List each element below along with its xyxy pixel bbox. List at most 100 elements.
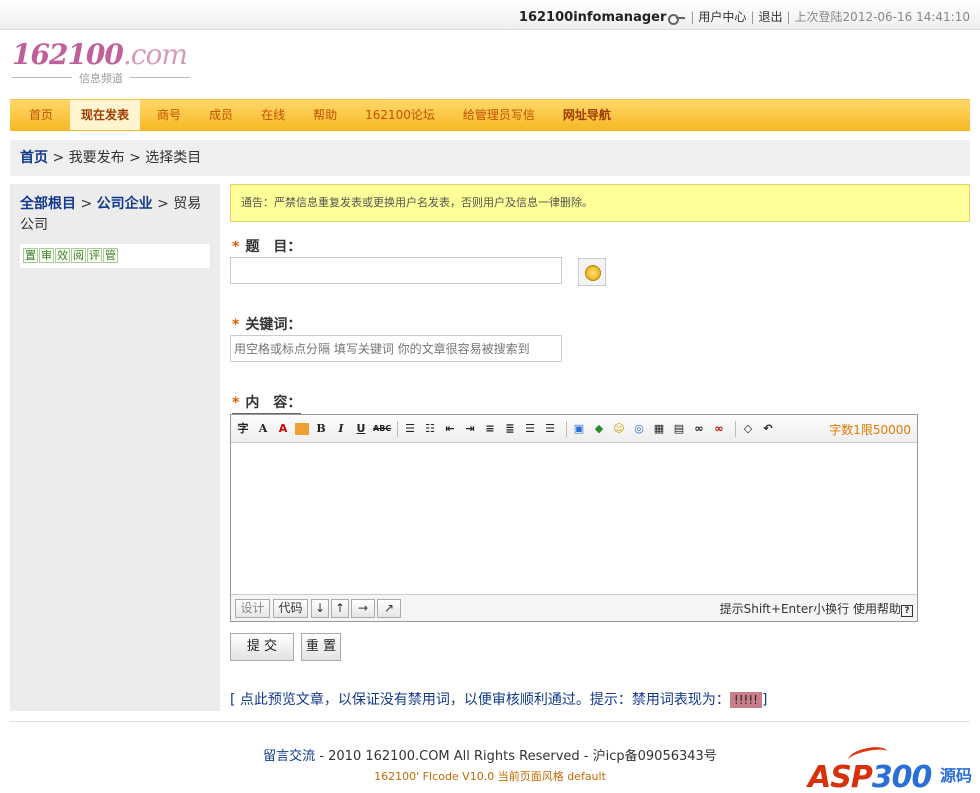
sidebar: 全部根目 > 公司企业 > 贸易公司 置审效阅评管 (10, 184, 220, 711)
outdent-icon[interactable]: ⇤ (442, 421, 458, 437)
image-icon[interactable]: ▣ (571, 421, 587, 437)
breadcrumb-sep: > (124, 150, 146, 166)
nav-item-home[interactable]: 首页 (18, 100, 64, 130)
code-mode-button[interactable]: 代码 (273, 599, 308, 618)
nav-item-online[interactable]: 在线 (250, 100, 296, 130)
nav-item-members[interactable]: 成员 (198, 100, 244, 130)
font-family-icon[interactable]: 字 (235, 421, 251, 437)
logo-brand: 162100.com (12, 40, 192, 70)
required-star: * (232, 317, 240, 333)
footer-divider (10, 721, 970, 722)
resize-icon[interactable]: ↗ (377, 599, 401, 618)
shift-enter-hint: 提示Shift+Enter小换行 (719, 602, 850, 616)
font-size-icon[interactable]: A (255, 421, 271, 437)
submit-button[interactable]: 提 交 (230, 633, 294, 661)
italic-icon[interactable]: I (333, 421, 349, 437)
help-icon[interactable]: ? (901, 605, 913, 617)
upload-icon[interactable]: ◆ (591, 421, 607, 437)
ordered-list-icon[interactable]: ☰ (402, 421, 418, 437)
divider: | (690, 10, 695, 24)
divider: | (786, 10, 791, 24)
last-login: 上次登陆2012-06-16 14:41:10 (794, 10, 970, 24)
logo-subtitle: 信息频道 (12, 70, 190, 86)
eraser-icon[interactable]: ◇ (740, 421, 756, 437)
top-bar: 162100infomanager | 用户中心 | 退出 | 上次登陆2012-06-16… (0, 0, 980, 30)
link-icon[interactable]: ∞ (691, 421, 707, 437)
breadcrumb-select-category: 选择类目 (145, 150, 202, 166)
key-icon (668, 13, 686, 25)
logo-brand-main: 162100 (12, 38, 124, 71)
unordered-list-icon[interactable]: ☷ (422, 421, 438, 437)
category-sep: > (152, 196, 174, 212)
banned-word-sample: !!!!! (729, 692, 762, 708)
font-color-icon[interactable]: A (275, 421, 291, 437)
divider: | (750, 10, 755, 24)
username: 162100infomanager (518, 10, 667, 25)
highlight-icon[interactable] (295, 423, 309, 435)
category-sep: > (76, 196, 97, 212)
design-mode-button[interactable]: 设计 (235, 599, 270, 618)
breadcrumb: 首页 > 我要发布 > 选择类目 (10, 140, 970, 176)
keywords-input[interactable] (230, 335, 562, 362)
editor-toolbar: 字 A A B I U ABC ☰ ☷ ⇤ ⇥ ≡ ≣ ☰ ☰ ▣ ◆ ☺ ◎ ▦ ▤ ∞ ∞ ◇ ↶ 字数1限50000 (231, 415, 917, 443)
media-icon[interactable]: ◎ (631, 421, 647, 437)
preview-text[interactable]: [ 点此预览文章，以保证没有禁用词，以便审核顺利通过。提示：禁用词表现为： (230, 692, 730, 708)
help-link[interactable]: 使用帮助 (853, 602, 901, 616)
strikethrough-icon[interactable]: ABC (373, 421, 391, 437)
align-right-icon[interactable]: ☰ (542, 421, 558, 437)
tool-read-icon[interactable]: 阅 (71, 248, 86, 263)
tool-manage-icon[interactable]: 管 (103, 248, 118, 263)
char-count: 字数1限50000 (829, 423, 911, 437)
nav-item-forum[interactable]: 162100论坛 (354, 100, 446, 130)
nav-item-write-admin[interactable]: 给管理员写信 (452, 100, 546, 130)
site-logo[interactable]: 162100.com 信息频道 (12, 40, 192, 88)
nav-item-business[interactable]: 商号 (146, 100, 192, 130)
preview-note[interactable]: [ 点此预览文章，以保证没有禁用词，以便审核顺利通过。提示：禁用词表现为：!!!… (230, 689, 767, 709)
bold-icon[interactable]: B (313, 421, 329, 437)
underline-icon[interactable]: U (353, 421, 369, 437)
editor-footer: 设计 代码 ↓ ↑ → ↗ 提示Shift+Enter小换行 使用帮助? (231, 594, 917, 621)
category-root-link[interactable]: 全部根目 (20, 196, 76, 212)
logout-link[interactable]: 退出 (758, 10, 782, 24)
table-icon[interactable]: ▦ (651, 421, 667, 437)
tool-review-icon[interactable]: 审 (39, 248, 54, 263)
required-star: * (232, 395, 240, 411)
nav-item-help[interactable]: 帮助 (302, 100, 348, 130)
coin-icon[interactable] (578, 258, 606, 286)
align-left-icon[interactable]: ☰ (522, 421, 538, 437)
category-company-link[interactable]: 公司企业 (97, 196, 153, 212)
title-label: * 题 目： (232, 236, 302, 258)
breadcrumb-sep: > (48, 150, 69, 166)
smiley-icon[interactable]: ☺ (611, 421, 627, 437)
arrow-right-icon[interactable]: → (351, 599, 375, 618)
horizontal-rule-icon[interactable]: ▤ (671, 421, 687, 437)
tool-effect-icon[interactable]: 效 (55, 248, 70, 263)
asp300-watermark-logo: ASP300 源码 (808, 744, 973, 793)
arrow-up-icon[interactable]: ↑ (331, 599, 349, 618)
breadcrumb-home[interactable]: 首页 (20, 150, 48, 166)
reset-button[interactable]: 重 置 (301, 633, 341, 661)
toolbar-divider (397, 421, 398, 437)
user-center-link[interactable]: 用户中心 (698, 10, 746, 24)
rights-text: - 2010 162100.COM All Rights Reserved - … (315, 749, 717, 764)
arrow-down-icon[interactable]: ↓ (311, 599, 329, 618)
nav-item-url-nav[interactable]: 网址导航 (552, 100, 622, 130)
category-path: 全部根目 > 公司企业 > 贸易公司 (20, 194, 215, 236)
tool-set-icon[interactable]: 置 (23, 248, 38, 263)
editor-hint: 提示Shift+Enter小换行 使用帮助? (720, 600, 913, 617)
indent-icon[interactable]: ⇥ (462, 421, 478, 437)
title-label-text: 题 目： (245, 239, 302, 255)
align-justify-icon[interactable]: ≣ (502, 421, 518, 437)
tool-comment-icon[interactable]: 评 (87, 248, 102, 263)
undo-icon[interactable]: ↶ (760, 421, 776, 437)
logo-brand-com: .com (122, 38, 188, 71)
keywords-label: * 关键词： (232, 314, 302, 336)
align-center-icon[interactable]: ≡ (482, 421, 498, 437)
notice-banner: 通告：严禁信息重复发表或更换用户名发表，否则用户及信息一律删除。 (230, 184, 970, 222)
editor-content-area[interactable] (231, 443, 917, 594)
nav-item-publish[interactable]: 现在发表 (70, 100, 141, 130)
title-input[interactable] (230, 257, 562, 284)
unlink-icon[interactable]: ∞ (711, 421, 727, 437)
breadcrumb-publish: 我要发布 (68, 150, 125, 166)
guestbook-link[interactable]: 留言交流 (263, 749, 315, 764)
